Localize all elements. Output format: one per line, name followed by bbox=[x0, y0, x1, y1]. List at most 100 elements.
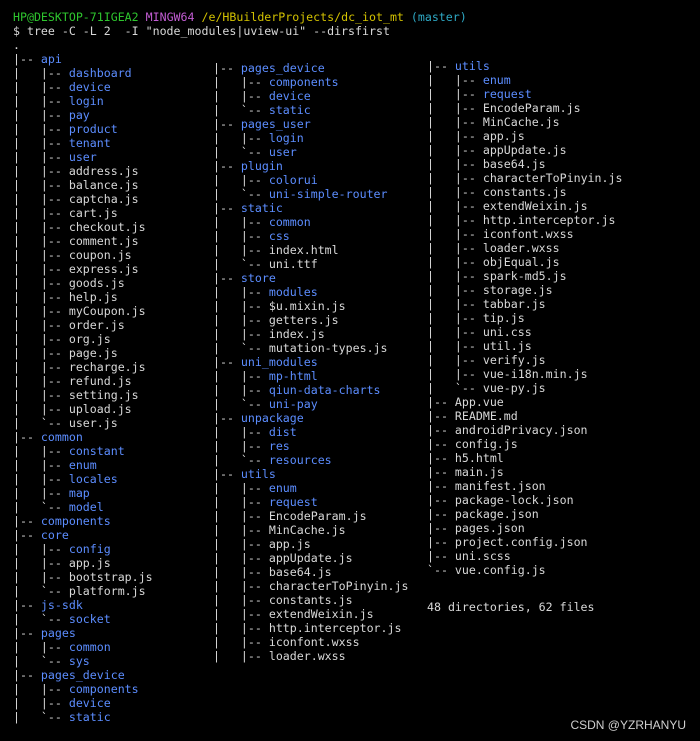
tree-directory-name: static bbox=[240, 201, 283, 215]
tree-branch-prefix: | |-- bbox=[213, 313, 269, 327]
tree-file-name: base64.js bbox=[482, 157, 546, 171]
tree-line: | |-- express.js bbox=[13, 262, 153, 276]
tree-branch-prefix: | |-- bbox=[213, 649, 269, 663]
tree-file-name: pages.json bbox=[454, 521, 525, 535]
tree-branch-prefix: | |-- bbox=[427, 143, 483, 157]
tree-branch-prefix: | |-- bbox=[213, 481, 269, 495]
tree-line: |-- README.md bbox=[427, 409, 622, 423]
tree-line: | |-- product bbox=[13, 122, 153, 136]
tree-line: | |-- loader.wxss bbox=[427, 241, 622, 255]
tree-branch-prefix: |-- bbox=[213, 271, 241, 285]
tree-line: | |-- login bbox=[213, 131, 408, 145]
tree-line: | |-- recharge.js bbox=[13, 360, 153, 374]
tree-directory-name: pages_user bbox=[240, 117, 311, 131]
terminal-window[interactable]: HP@DESKTOP-71IGEA2 MINGW64 /e/HBuilderPr… bbox=[0, 0, 700, 741]
tree-file-name: uni.css bbox=[482, 325, 532, 339]
tree-directory-name: request bbox=[482, 87, 532, 101]
tree-line: | |-- res bbox=[213, 439, 408, 453]
tree-directory-name: plugin bbox=[240, 159, 283, 173]
tree-line: | |-- MinCache.js bbox=[213, 523, 408, 537]
tree-line: | |-- iconfont.wxss bbox=[427, 227, 622, 241]
tree-branch-prefix: | `-- bbox=[13, 584, 69, 598]
tree-line: | |-- uni.css bbox=[427, 325, 622, 339]
tree-branch-prefix: | |-- bbox=[213, 425, 269, 439]
tree-line: | `-- static bbox=[213, 103, 408, 117]
tree-branch-prefix: | |-- bbox=[13, 472, 69, 486]
tree-file-name: constants.js bbox=[482, 185, 567, 199]
tree-directory-name: request bbox=[268, 495, 318, 509]
tree-line: | |-- base64.js bbox=[213, 565, 408, 579]
tree-line: | |-- captcha.js bbox=[13, 192, 153, 206]
tree-branch-prefix: | |-- bbox=[427, 87, 483, 101]
tree-branch-prefix: | |-- bbox=[13, 542, 69, 556]
tree-branch-prefix: | `-- bbox=[427, 381, 483, 395]
tree-branch-prefix: | |-- bbox=[427, 353, 483, 367]
tree-branch-prefix: | |-- bbox=[13, 122, 69, 136]
tree-file-name: app.js bbox=[268, 537, 311, 551]
tree-file-name: base64.js bbox=[268, 565, 332, 579]
tree-line: |-- utils bbox=[213, 467, 408, 481]
tree-file-name: $u.mixin.js bbox=[268, 299, 346, 313]
tree-file-name: characterToPinyin.js bbox=[482, 171, 623, 185]
tree-branch-prefix: |-- bbox=[13, 626, 41, 640]
tree-branch-prefix: | |-- bbox=[13, 486, 69, 500]
tree-line: | |-- extendWeixin.js bbox=[427, 199, 622, 213]
tree-line: | |-- checkout.js bbox=[13, 220, 153, 234]
tree-file-name: vue-py.js bbox=[482, 381, 546, 395]
tree-branch-prefix: |-- bbox=[427, 535, 455, 549]
tree-directory-name: config bbox=[68, 542, 111, 556]
tree-line: | |-- EncodeParam.js bbox=[427, 101, 622, 115]
tree-branch-prefix: |-- bbox=[213, 411, 241, 425]
tree-branch-prefix: | |-- bbox=[13, 682, 69, 696]
tree-line: | |-- getters.js bbox=[213, 313, 408, 327]
tree-branch-prefix: | |-- bbox=[427, 101, 483, 115]
tree-branch-prefix: | |-- bbox=[13, 290, 69, 304]
tree-branch-prefix: | |-- bbox=[427, 325, 483, 339]
tree-branch-prefix: | `-- bbox=[213, 187, 269, 201]
tree-branch-prefix: | |-- bbox=[213, 537, 269, 551]
tree-directory-name: components bbox=[268, 75, 339, 89]
tree-branch-prefix: |-- bbox=[13, 528, 41, 542]
tree-line: |-- api bbox=[13, 52, 153, 66]
tree-line: |-- common bbox=[13, 430, 153, 444]
tree-line: |-- core bbox=[13, 528, 153, 542]
tree-line: | |-- setting.js bbox=[13, 388, 153, 402]
tree-line: | |-- refund.js bbox=[13, 374, 153, 388]
tree-branch-prefix: | |-- bbox=[427, 367, 483, 381]
tree-branch-prefix: | |-- bbox=[13, 248, 69, 262]
tree-directory-name: dashboard bbox=[68, 66, 132, 80]
tree-branch-prefix: | |-- bbox=[213, 299, 269, 313]
tree-file-name: order.js bbox=[68, 318, 125, 332]
tree-line: `-- vue.config.js bbox=[427, 563, 622, 577]
tree-file-name: coupon.js bbox=[68, 248, 132, 262]
tree-file-name: config.js bbox=[454, 437, 518, 451]
tree-directory-name: pages_device bbox=[40, 668, 125, 682]
tree-line: | `-- static bbox=[13, 710, 153, 724]
tree-branch-prefix: | |-- bbox=[213, 621, 269, 635]
tree-line: | |-- extendWeixin.js bbox=[213, 607, 408, 621]
tree-directory-name: device bbox=[68, 696, 111, 710]
tree-directory-name: enum bbox=[482, 73, 511, 87]
tree-line: | |-- app.js bbox=[427, 129, 622, 143]
tree-branch-prefix: |-- bbox=[427, 549, 455, 563]
tree-branch-prefix: `-- bbox=[427, 563, 455, 577]
tree-line: | |-- objEqual.js bbox=[427, 255, 622, 269]
tree-file-name: objEqual.js bbox=[482, 255, 560, 269]
tree-file-name: setting.js bbox=[68, 388, 139, 402]
tree-line: |-- h5.html bbox=[427, 451, 622, 465]
tree-branch-prefix: | |-- bbox=[213, 229, 269, 243]
tree-directory-name: login bbox=[268, 131, 304, 145]
tree-branch-prefix: | |-- bbox=[13, 402, 69, 416]
tree-directory-name: uni-simple-router bbox=[268, 187, 388, 201]
tree-line: | |-- index.html bbox=[213, 243, 408, 257]
tree-branch-prefix: | `-- bbox=[213, 453, 269, 467]
tree-line: |-- utils bbox=[427, 59, 622, 73]
tree-line: | |-- login bbox=[13, 94, 153, 108]
tree-branch-prefix: | |-- bbox=[13, 388, 69, 402]
tree-line: | |-- user bbox=[13, 150, 153, 164]
tree-branch-prefix: | |-- bbox=[13, 640, 69, 654]
tree-branch-prefix: |-- bbox=[427, 437, 455, 451]
prompt-branch: (master) bbox=[410, 10, 467, 24]
tree-file-name: help.js bbox=[68, 290, 118, 304]
tree-line: | |-- modules bbox=[213, 285, 408, 299]
